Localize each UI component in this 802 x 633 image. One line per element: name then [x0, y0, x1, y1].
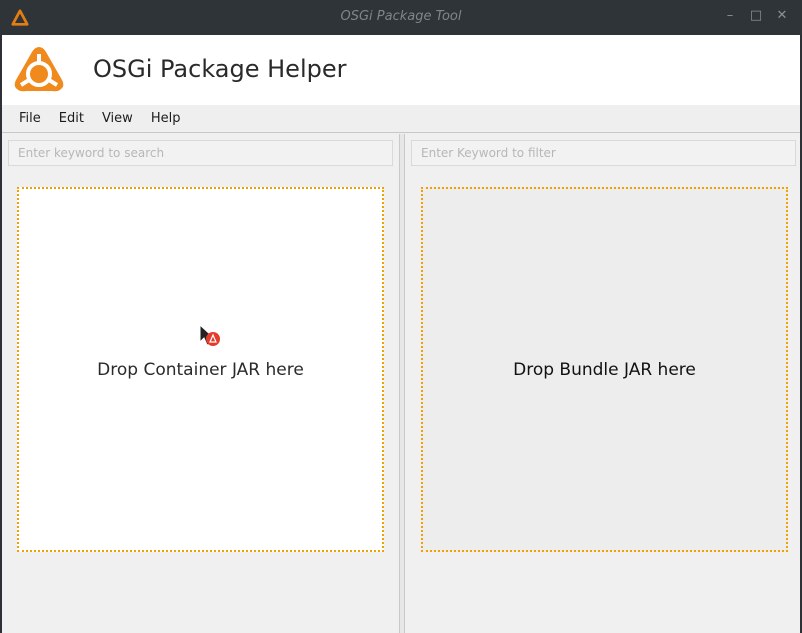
- app-frame: OSGi Package Helper File Edit View Help …: [2, 35, 800, 633]
- filter-input[interactable]: [411, 140, 796, 166]
- bundle-drop-label: Drop Bundle JAR here: [513, 359, 696, 380]
- maximize-icon[interactable]: □: [748, 8, 764, 24]
- menu-view[interactable]: View: [93, 105, 142, 133]
- menu-file[interactable]: File: [10, 105, 50, 133]
- container-panel: Drop Container JAR here: [2, 134, 399, 633]
- search-input[interactable]: [8, 140, 393, 166]
- title-bar: OSGi Package Tool – □ ✕: [0, 0, 802, 35]
- bundle-drop-zone[interactable]: Drop Bundle JAR here: [421, 187, 788, 552]
- drag-cursor-icon: [199, 323, 220, 346]
- close-icon[interactable]: ✕: [774, 8, 790, 24]
- container-drop-label: Drop Container JAR here: [97, 359, 304, 380]
- container-drop-zone[interactable]: Drop Container JAR here: [17, 187, 384, 552]
- window-controls: – □ ✕: [722, 8, 790, 24]
- menu-edit[interactable]: Edit: [50, 105, 93, 133]
- minimize-icon[interactable]: –: [722, 8, 738, 24]
- window-title: OSGi Package Tool: [340, 9, 462, 24]
- osgi-logo-icon: [14, 47, 64, 92]
- app-header: OSGi Package Helper: [2, 35, 800, 105]
- bundle-panel: Drop Bundle JAR here: [405, 134, 800, 633]
- app-heading: OSGi Package Helper: [93, 55, 347, 83]
- menu-bar: File Edit View Help: [2, 105, 800, 133]
- menu-help[interactable]: Help: [142, 105, 190, 133]
